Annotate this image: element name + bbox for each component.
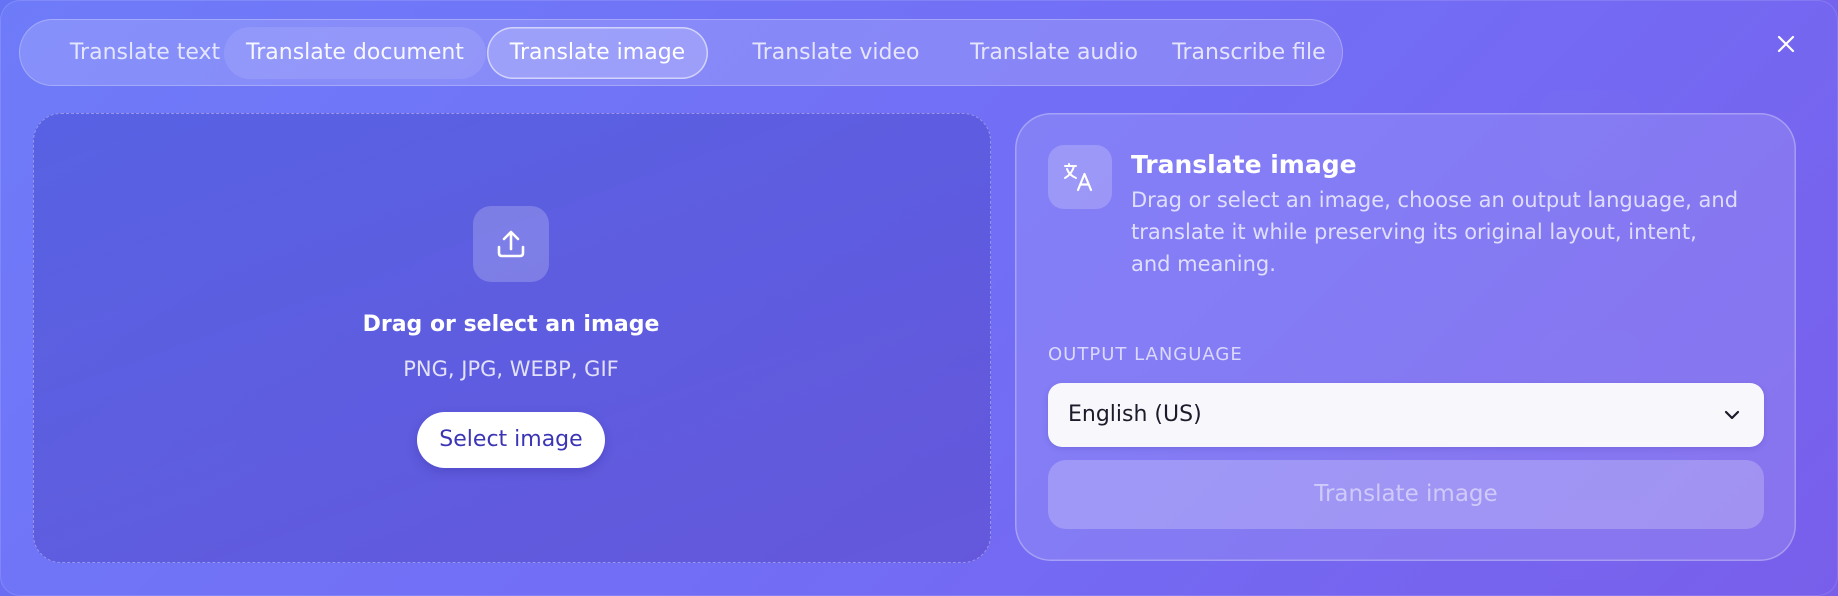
tab-translate-document[interactable]: Translate document xyxy=(224,27,486,79)
chevron-down-icon xyxy=(1724,410,1740,420)
translate-icon-tile xyxy=(1048,145,1112,209)
tab-translate-video[interactable]: Translate video xyxy=(721,27,951,79)
translate-modal: Translate text Translate document Transl… xyxy=(0,0,1838,596)
tab-bar: Translate text Translate document Transl… xyxy=(19,19,1343,86)
tab-transcribe-file[interactable]: Transcribe file xyxy=(1155,27,1343,79)
info-title: Translate image xyxy=(1131,150,1357,179)
output-language-label: OUTPUT LANGUAGE xyxy=(1048,344,1243,365)
dropzone-title: Drag or select an image xyxy=(362,312,660,337)
translate-image-button[interactable]: Translate image xyxy=(1048,460,1764,529)
close-button[interactable] xyxy=(1769,27,1803,61)
tab-translate-audio[interactable]: Translate audio xyxy=(941,27,1167,79)
dropzone-formats: PNG, JPG, WEBP, GIF xyxy=(403,357,619,381)
tab-translate-image[interactable]: Translate image xyxy=(487,27,708,79)
info-description: Drag or select an image, choose an outpu… xyxy=(1131,188,1739,276)
translate-icon xyxy=(1064,163,1093,192)
upload-tile xyxy=(473,206,549,282)
output-language-select[interactable]: English (US) xyxy=(1048,383,1764,447)
close-icon xyxy=(1777,35,1795,53)
select-image-button[interactable]: Select image xyxy=(417,412,605,468)
upload-icon xyxy=(497,230,525,258)
output-language-value: English (US) xyxy=(1068,402,1202,427)
